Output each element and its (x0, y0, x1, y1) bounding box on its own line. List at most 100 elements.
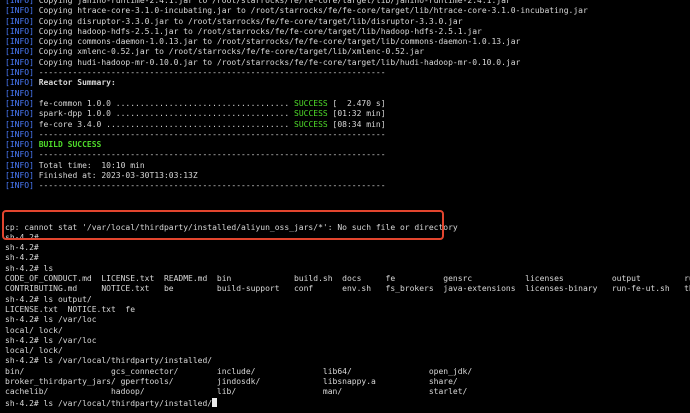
info-tag: [INFO] (5, 109, 34, 119)
terminal-line: sh-4.2# ls /var/local/thirdparty/install… (5, 356, 689, 366)
line-text: Finished at: 2023-03-30T13:03:13Z (33, 171, 198, 181)
terminal-line: [INFO] (5, 89, 689, 99)
info-tag: [INFO] (5, 171, 34, 181)
info-tag: [INFO] (5, 26, 34, 36)
terminal-line: sh-4.2# (5, 253, 689, 263)
line-text: sh-4.2# (5, 243, 39, 253)
terminal-line: sh-4.2# (5, 233, 689, 243)
info-tag: [INFO] (5, 88, 34, 98)
info-tag: [INFO] (5, 0, 34, 5)
success-label: SUCCESS (294, 98, 328, 108)
terminal-line: [INFO] ---------------------------------… (5, 130, 689, 140)
line-text: fe-core 3.4.0 ..........................… (33, 119, 294, 129)
terminal-line: broker_thirdparty_jars/ gperftools/ jind… (5, 377, 689, 387)
line-text: LICENSE.txt NOTICE.txt fe (5, 304, 136, 314)
terminal-line: [INFO] Copying hudi-hadoop-mr-0.10.0.jar… (5, 58, 689, 68)
terminal-line: [INFO] fe-common 1.0.0 .................… (5, 99, 689, 109)
info-tag: [INFO] (5, 150, 34, 160)
terminal-line: bin/ gcs_connector/ include/ lib64/ open… (5, 367, 689, 377)
info-tag: [INFO] (5, 47, 34, 57)
terminal-line: [INFO] Reactor Summary: (5, 78, 689, 88)
info-tag: [INFO] (5, 119, 34, 129)
terminal-line: local/ lock/ (5, 326, 689, 336)
terminal-line: sh-4.2# ls (5, 264, 689, 274)
line-text: spark-dpp 1.0.0 ........................… (33, 109, 294, 119)
terminal-line: sh-4.2# ls /var/loc (5, 315, 689, 325)
terminal-line: [INFO] ---------------------------------… (5, 150, 689, 160)
info-tag: [INFO] (5, 37, 34, 47)
line-text: ----------------------------------------… (33, 68, 386, 78)
info-tag: [INFO] (5, 6, 34, 16)
terminal-line: local/ lock/ (5, 346, 689, 356)
terminal-window[interactable]: [INFO] Copying janino-runtime-2.4.1.jar … (0, 0, 690, 413)
line-text: [08:34 min] (327, 119, 386, 129)
terminal-line: [INFO] Copying hadoop-hdfs-2.5.1.jar to … (5, 27, 689, 37)
line-text: sh-4.2# (5, 253, 39, 263)
line-text: Copying hudi-hadoop-mr-0.10.0.jar to /ro… (33, 57, 521, 67)
info-tag: [INFO] (5, 140, 34, 150)
line-text: sh-4.2# ls /var/local/thirdparty/install… (5, 356, 213, 366)
terminal-line: cachelib/ hadoop/ lib/ man/ starlet/ (5, 387, 689, 397)
info-tag: [INFO] (5, 98, 34, 108)
line-text: ----------------------------------------… (33, 181, 386, 191)
terminal-line: CODE_OF_CONDUCT.md LICENSE.txt README.md… (5, 274, 690, 284)
line-text: local/ lock/ (5, 346, 63, 356)
info-tag: [INFO] (5, 16, 34, 26)
line-text: CODE_OF_CONDUCT.md LICENSE.txt README.md… (5, 274, 690, 284)
terminal-line: [INFO] spark-dpp 1.0.0 .................… (5, 109, 689, 119)
line-text: sh-4.2# ls /var/local/thirdparty/install… (5, 398, 213, 408)
line-text: sh-4.2# (5, 232, 39, 242)
line-text: broker_thirdparty_jars/ gperftools/ jind… (5, 376, 458, 386)
terminal-line: LICENSE.txt NOTICE.txt fe (5, 305, 689, 315)
line-text: local/ lock/ (5, 325, 63, 335)
terminal-line: [INFO] Total time: 10:10 min (5, 161, 689, 171)
terminal-line: sh-4.2# ls /var/loc (5, 336, 689, 346)
line-text: Copying htrace-core-3.1.0-incubating.jar… (33, 6, 588, 16)
terminal-line: [INFO] BUILD SUCCESS (5, 140, 689, 150)
terminal-line: [INFO] ---------------------------------… (5, 68, 689, 78)
line-text: [01:32 min] (327, 109, 386, 119)
success-label: SUCCESS (294, 109, 328, 119)
line-text: Total time: 10:10 min (33, 160, 145, 170)
line-text: [ 2.470 s] (327, 98, 386, 108)
section-heading: Reactor Summary: (38, 78, 116, 88)
build-success-label: BUILD SUCCESS (38, 140, 102, 150)
terminal-line: [INFO] Finished at: 2023-03-30T13:03:13Z (5, 171, 689, 181)
terminal-line: [INFO] Copying xmlenc-0.52.jar to /root/… (5, 47, 689, 57)
line-text: sh-4.2# ls /var/loc (5, 315, 97, 325)
terminal-line: [INFO] Copying htrace-core-3.1.0-incubat… (5, 6, 689, 16)
terminal-line: [INFO] Copying commons-daemon-1.0.13.jar… (5, 37, 689, 47)
terminal-output: [INFO] Copying janino-runtime-2.4.1.jar … (5, 0, 690, 408)
line-text: Copying disruptor-3.3.0.jar to /root/sta… (33, 16, 463, 26)
success-label: SUCCESS (294, 119, 328, 129)
terminal-line: [INFO] Copying disruptor-3.3.0.jar to /r… (5, 17, 689, 27)
terminal-line: sh-4.2# ls output/ (5, 295, 689, 305)
info-tag: [INFO] (5, 68, 34, 78)
line-text: cachelib/ hadoop/ lib/ man/ starlet/ (5, 387, 468, 397)
text-cursor[interactable] (212, 397, 218, 407)
line-text: ----------------------------------------… (33, 150, 386, 160)
line-text: bin/ gcs_connector/ include/ lib64/ open… (5, 366, 473, 376)
line-text: Copying xmlenc-0.52.jar to /root/starroc… (33, 47, 425, 57)
info-tag: [INFO] (5, 181, 34, 191)
line-text: Copying commons-daemon-1.0.13.jar to /ro… (33, 37, 521, 47)
line-text: CONTRIBUTING.md NOTICE.txt be build-supp… (5, 284, 690, 294)
terminal-line: cp: cannot stat '/var/local/thirdparty/i… (5, 223, 689, 233)
terminal-line: [INFO] fe-core 3.4.0 ...................… (5, 120, 689, 130)
line-text: ----------------------------------------… (33, 129, 386, 139)
terminal-line: CONTRIBUTING.md NOTICE.txt be build-supp… (5, 284, 690, 294)
line-text: sh-4.2# ls output/ (5, 294, 92, 304)
terminal-line: sh-4.2# (5, 243, 689, 253)
info-tag: [INFO] (5, 57, 34, 67)
line-text: Copying janino-runtime-2.4.1.jar to /roo… (33, 0, 511, 5)
line-text: Copying hadoop-hdfs-2.5.1.jar to /root/s… (33, 26, 482, 36)
line-text: sh-4.2# ls (5, 263, 54, 273)
line-text: cp: cannot stat '/var/local/thirdparty/i… (5, 222, 458, 232)
info-tag: [INFO] (5, 78, 34, 88)
terminal-line: [INFO] ---------------------------------… (5, 181, 689, 191)
info-tag: [INFO] (5, 160, 34, 170)
line-text: sh-4.2# ls /var/loc (5, 335, 97, 345)
